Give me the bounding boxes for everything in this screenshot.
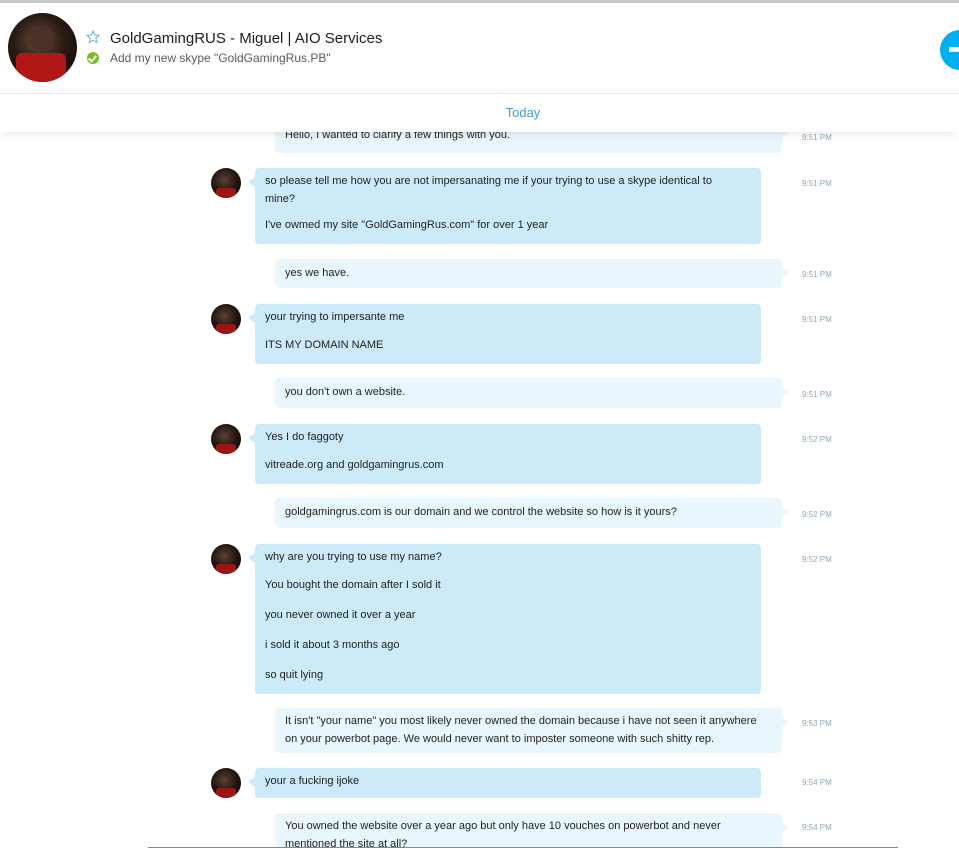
incoming-message[interactable]: why are you trying to use my name? You b… [248, 544, 761, 694]
message-text: so quit lying [265, 669, 324, 681]
message-timestamp: 9:51 PM [802, 270, 832, 279]
message-timestamp: 9:52 PM [802, 510, 832, 519]
outgoing-message[interactable]: you don't own a website. [275, 378, 789, 408]
outgoing-message[interactable]: It isn't "your name" you most likely nev… [275, 708, 789, 753]
message-text: Hello, I wanted to clarify a few things … [285, 132, 510, 141]
day-separator-bar: Today [0, 94, 959, 132]
incoming-message[interactable]: Yes I do faggoty vitreade.org and goldga… [248, 424, 761, 484]
message-timestamp: 9:51 PM [802, 133, 832, 142]
day-separator: Today [505, 105, 541, 120]
message-text: You owned the website over a year ago bu… [285, 820, 721, 832]
message-text: you don't own a website. [285, 386, 406, 398]
message-text: goldgamingrus.com is our domain and we c… [285, 506, 677, 518]
outgoing-message[interactable]: Hello, I wanted to clarify a few things … [275, 132, 789, 153]
star-outline-icon[interactable] [86, 30, 100, 44]
contact-name[interactable]: GoldGamingRUS - Miguel | AIO Services [110, 30, 382, 47]
contact-avatar[interactable] [8, 13, 77, 82]
message-text: your a fucking ijoke [265, 775, 360, 787]
message-text: You bought the domain after I sold it [265, 579, 441, 591]
message-text: ITS MY DOMAIN NAME [265, 339, 384, 351]
message-timestamp: 9:54 PM [802, 778, 832, 787]
sender-avatar[interactable] [211, 168, 241, 198]
message-timestamp: 9:52 PM [802, 555, 832, 564]
message-timestamp: 9:53 PM [802, 719, 832, 728]
message-timestamp: 9:52 PM [802, 435, 832, 444]
sender-avatar[interactable] [211, 304, 241, 334]
incoming-message[interactable]: your a fucking ijoke [248, 768, 761, 798]
sender-avatar[interactable] [211, 544, 241, 574]
outgoing-message[interactable]: yes we have. [275, 259, 789, 288]
call-icon[interactable] [940, 30, 959, 70]
message-text: Yes I do faggoty [265, 431, 344, 443]
online-check-icon [87, 52, 99, 64]
sender-avatar[interactable] [211, 768, 241, 798]
message-timestamp: 9:51 PM [802, 390, 832, 399]
message-text: you never owned it over a year [265, 609, 416, 621]
message-text: on your powerbot page. We would never wa… [285, 733, 715, 745]
avatar-shirt [16, 53, 66, 82]
message-text: I've owmed my site "GoldGamingRus.com" f… [265, 219, 549, 231]
message-text: why are you trying to use my name? [265, 551, 442, 563]
outgoing-message[interactable]: goldgamingrus.com is our domain and we c… [275, 498, 789, 528]
message-text: mine? [265, 193, 295, 205]
avatar-face [30, 25, 54, 51]
message-timestamp: 9:51 PM [802, 315, 832, 324]
incoming-message[interactable]: your trying to impersante me ITS MY DOMA… [248, 304, 761, 364]
message-text: so please tell me how you are not impers… [265, 175, 712, 187]
conversation-header: GoldGamingRUS - Miguel | AIO Services Ad… [0, 3, 959, 94]
message-text: vitreade.org and goldgamingrus.com [265, 459, 444, 471]
mood-message: Add my new skype "GoldGamingRus.PB" [110, 51, 331, 65]
outgoing-message[interactable]: You owned the website over a year ago bu… [275, 813, 789, 848]
message-text: your trying to impersante me [265, 311, 405, 323]
message-list[interactable]: Hello, I wanted to clarify a few things … [0, 132, 959, 848]
sender-avatar[interactable] [211, 424, 241, 454]
message-timestamp: 9:54 PM [802, 823, 832, 832]
incoming-message[interactable]: so please tell me how you are not impers… [248, 168, 761, 244]
message-text: It isn't "your name" you most likely nev… [285, 715, 757, 727]
message-timestamp: 9:51 PM [802, 179, 832, 188]
message-text: yes we have. [285, 267, 350, 279]
compose-divider [148, 847, 898, 848]
message-text: i sold it about 3 months ago [265, 639, 400, 651]
